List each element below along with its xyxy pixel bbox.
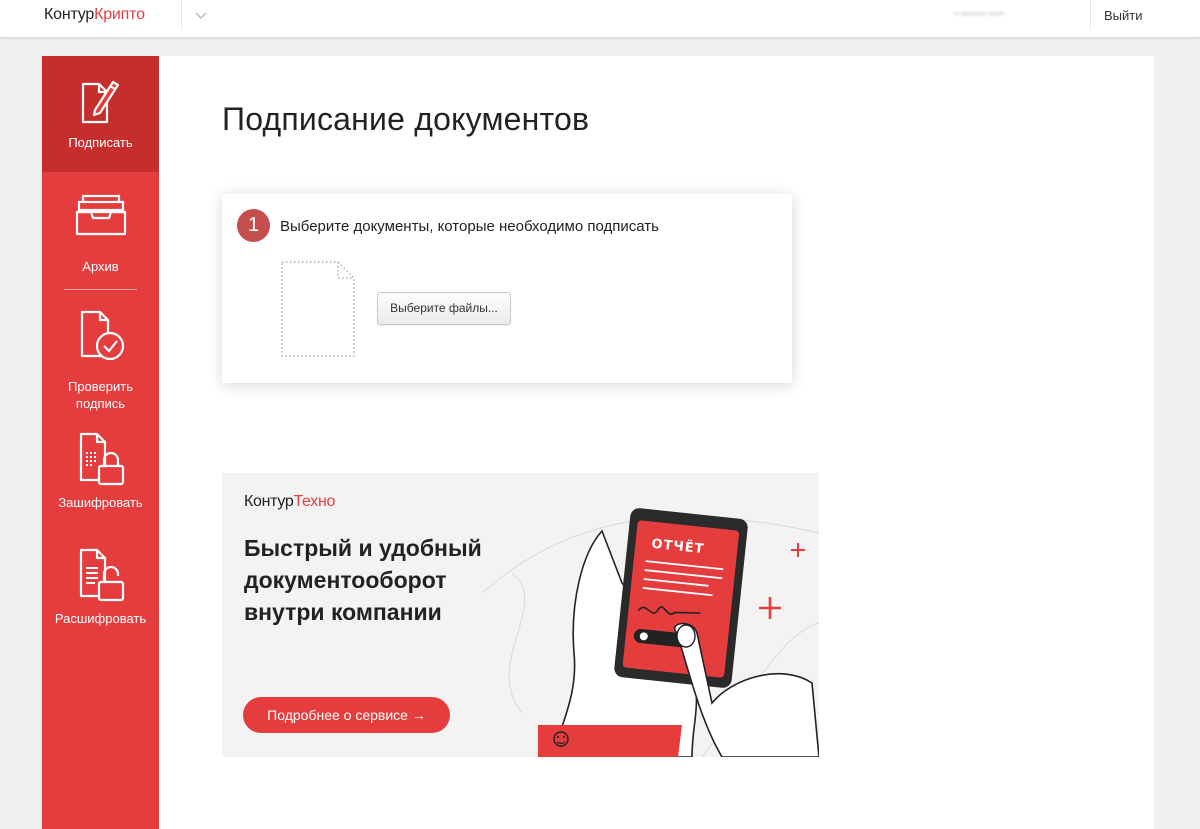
learn-more-button[interactable]: Подробнее о сервисе → xyxy=(243,697,450,733)
promo-headline-line: Быстрый и удобный xyxy=(244,535,482,561)
sidebar-item-label: Подписать xyxy=(68,135,133,150)
logo-text-kontur: Контур xyxy=(44,6,95,23)
page-title: Подписание документов xyxy=(222,101,590,137)
sidebar-item-label: Зашифровать xyxy=(58,495,143,510)
sidebar-item-decrypt[interactable]: Расшифровать xyxy=(42,542,159,632)
promo-brand-kontur: Контур xyxy=(244,493,294,510)
promo-banner[interactable]: ОТЧЁТ КонтурТехно Быстрый и удобный доку… xyxy=(222,473,819,757)
archive-tray-icon xyxy=(75,194,126,236)
sidebar-divider xyxy=(64,289,137,290)
top-header: КонтурКрипто • •••••••• ••••• Выйти xyxy=(0,0,1200,38)
sidebar-item-label: Проверить подпись xyxy=(67,379,133,411)
promo-headline-line: внутри компании xyxy=(244,599,442,625)
sidebar-item-encrypt[interactable]: Зашифровать xyxy=(42,426,159,516)
promo-headline: Быстрый и удобный документооборот внутри… xyxy=(244,532,524,628)
encrypt-document-icon xyxy=(79,432,124,486)
promo-brand-tekhno: Техно xyxy=(293,493,336,510)
chevron-down-icon[interactable] xyxy=(193,9,209,23)
main-panel: Подписание документов 1 Выберите докумен… xyxy=(159,56,1154,829)
sign-document-icon xyxy=(81,80,119,124)
app-logo[interactable]: КонтурКрипто xyxy=(44,6,145,24)
sidebar-item-sign[interactable]: Подписать xyxy=(42,56,159,172)
choose-files-button[interactable]: Выберите файлы... xyxy=(377,292,511,325)
logout-link[interactable]: Выйти xyxy=(1104,8,1143,23)
header-divider xyxy=(1090,0,1091,30)
step-instruction: Выберите документы, которые необходимо п… xyxy=(280,218,659,235)
decrypt-document-icon xyxy=(79,548,124,602)
sidebar-item-archive[interactable]: Архив xyxy=(42,182,159,282)
verify-signature-icon xyxy=(80,310,124,361)
promo-headline-line: документооборот xyxy=(244,567,447,593)
step-card: 1 Выберите документы, которые необходимо… xyxy=(222,194,792,383)
user-name[interactable]: • •••••••• ••••• xyxy=(955,9,1080,21)
sidebar-item-label: Архив xyxy=(82,259,119,274)
step-number-badge: 1 xyxy=(237,209,270,242)
logo-text-kripto: Крипто xyxy=(94,6,145,23)
header-divider xyxy=(181,0,182,30)
sidebar-nav: Подписать Архив Проверить подпись Зашифр… xyxy=(42,56,159,829)
sidebar-item-verify[interactable]: Проверить подпись xyxy=(42,304,159,414)
sidebar-item-label: Расшифровать xyxy=(54,611,147,626)
promo-brand-logo: КонтурТехно xyxy=(244,493,335,511)
file-placeholder-icon xyxy=(281,261,355,357)
